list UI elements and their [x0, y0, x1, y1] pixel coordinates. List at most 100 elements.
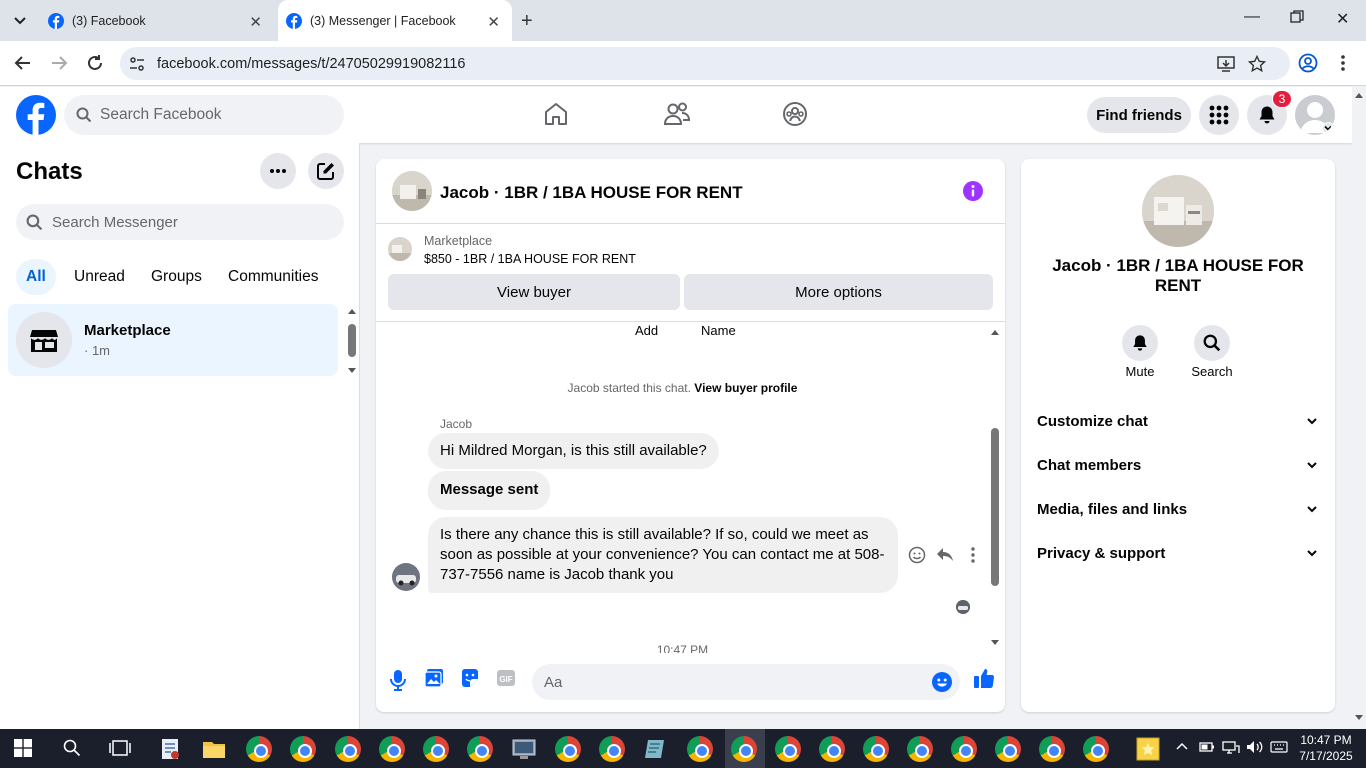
media-files-links-row[interactable]: Media, files and links [1037, 497, 1319, 521]
conversation-avatar[interactable] [392, 171, 432, 211]
listing-thumbnail[interactable] [388, 237, 412, 261]
menu-grid-button[interactable] [1199, 95, 1239, 135]
network-icon[interactable] [1222, 740, 1248, 766]
mute-button[interactable] [1122, 325, 1158, 361]
chrome-icon[interactable] [863, 736, 889, 762]
thumbs-up-icon[interactable] [973, 667, 995, 689]
sender-avatar[interactable] [392, 563, 420, 591]
search-conversation-button[interactable] [1194, 325, 1230, 361]
facebook-logo-icon[interactable] [16, 95, 56, 135]
chrome-icon[interactable] [951, 736, 977, 762]
close-tab-icon[interactable]: ✕ [487, 13, 500, 31]
chrome-icon[interactable] [290, 736, 316, 762]
emoji-icon[interactable] [932, 672, 952, 692]
tab-search-icon[interactable] [12, 12, 28, 28]
microphone-icon[interactable] [390, 669, 406, 691]
site-info-icon[interactable] [129, 56, 145, 72]
chat-list-item[interactable]: Marketplace · 1m [8, 304, 338, 376]
notepad-app-icon[interactable] [158, 736, 184, 762]
url-bar[interactable]: facebook.com/messages/t/2470502991908211… [120, 47, 1290, 80]
new-tab-icon[interactable]: + [521, 10, 533, 33]
remote-desktop-icon[interactable] [511, 736, 537, 762]
install-app-icon[interactable] [1217, 55, 1235, 73]
forward-icon[interactable] [50, 54, 68, 72]
listing-title[interactable]: $850 - 1BR / 1BA HOUSE FOR RENT [424, 252, 636, 266]
chrome-icon[interactable] [246, 736, 272, 762]
chats-options-button[interactable] [260, 153, 296, 189]
conversation-scrollbar[interactable] [988, 325, 1002, 651]
chrome-icon[interactable] [775, 736, 801, 762]
sticker-icon[interactable] [460, 668, 480, 688]
react-emoji-icon[interactable] [908, 546, 926, 564]
facebook-search-input[interactable]: Search Facebook [64, 95, 344, 135]
minimize-icon[interactable]: — [1244, 8, 1260, 26]
sticky-notes-icon[interactable] [1135, 736, 1161, 762]
facebook-favicon-icon [48, 12, 64, 29]
filter-all[interactable]: All [16, 259, 56, 295]
more-options-button[interactable]: More options [684, 274, 993, 310]
file-explorer-icon[interactable] [201, 736, 227, 762]
filter-unread[interactable]: Unread [62, 259, 137, 295]
chrome-icon[interactable] [379, 736, 405, 762]
privacy-support-row[interactable]: Privacy & support [1037, 541, 1319, 565]
bookmark-star-icon[interactable] [1248, 55, 1266, 73]
chrome-icon[interactable] [687, 736, 713, 762]
details-avatar[interactable] [1142, 175, 1214, 247]
windows-start-icon[interactable] [14, 739, 40, 765]
find-friends-button[interactable]: Find friends [1087, 97, 1191, 133]
gif-icon[interactable]: GIF [496, 668, 516, 688]
tab-messenger[interactable]: (3) Messenger | Facebook ✕ [278, 0, 512, 41]
account-avatar[interactable] [1295, 95, 1335, 135]
taskbar-search-icon[interactable] [63, 739, 89, 765]
profile-icon[interactable] [1298, 53, 1318, 73]
storefront-icon [30, 330, 58, 352]
task-view-icon[interactable] [109, 739, 135, 765]
chevron-up-icon[interactable] [1175, 740, 1201, 766]
view-buyer-profile-link[interactable]: View buyer profile [694, 381, 797, 395]
view-buyer-button[interactable]: View buyer [388, 274, 680, 310]
message-bubble[interactable]: Is there any chance this is still availa… [428, 517, 898, 593]
groups-icon[interactable] [782, 101, 808, 127]
chrome-icon[interactable] [731, 736, 757, 762]
more-vertical-icon[interactable] [970, 546, 976, 564]
close-tab-icon[interactable]: ✕ [249, 13, 262, 31]
app-icon[interactable] [643, 736, 669, 762]
home-icon[interactable] [543, 101, 569, 127]
browser-menu-icon[interactable] [1340, 54, 1346, 72]
chrome-icon[interactable] [907, 736, 933, 762]
friends-icon[interactable] [663, 101, 691, 127]
conversation-info-icon[interactable] [963, 181, 983, 201]
chrome-icon[interactable] [555, 736, 581, 762]
filter-communities[interactable]: Communities [216, 259, 330, 295]
tab-facebook[interactable]: (3) Facebook ✕ [40, 0, 274, 41]
customize-chat-row[interactable]: Customize chat [1037, 409, 1319, 433]
chat-members-row[interactable]: Chat members [1037, 453, 1319, 477]
reply-icon[interactable] [936, 547, 954, 563]
chrome-icon[interactable] [335, 736, 361, 762]
url-text: facebook.com/messages/t/2470502991908211… [157, 55, 466, 72]
chrome-icon[interactable] [819, 736, 845, 762]
message-input[interactable]: Aa [532, 664, 960, 700]
message-bubble[interactable]: Message sent [428, 471, 551, 510]
new-message-button[interactable] [308, 153, 344, 189]
filter-groups[interactable]: Groups [139, 259, 214, 295]
messenger-search-input[interactable]: Search Messenger [16, 204, 344, 240]
sidebar-scrollbar[interactable] [347, 308, 357, 374]
chrome-icon[interactable] [1039, 736, 1065, 762]
sender-name: Jacob [440, 417, 473, 431]
volume-icon[interactable] [1246, 740, 1272, 766]
back-icon[interactable] [14, 54, 32, 72]
message-bubble[interactable]: Hi Mildred Morgan, is this still availab… [428, 433, 719, 469]
chrome-icon[interactable] [423, 736, 449, 762]
chrome-icon[interactable] [599, 736, 625, 762]
page-scrollbar[interactable] [1352, 87, 1366, 729]
search-icon [1203, 334, 1221, 352]
reload-icon[interactable] [86, 54, 104, 72]
restore-icon[interactable] [1290, 10, 1304, 24]
chrome-icon[interactable] [995, 736, 1021, 762]
chrome-icon[interactable] [467, 736, 493, 762]
close-window-icon[interactable]: ✕ [1336, 9, 1349, 29]
photo-attach-icon[interactable] [424, 668, 444, 688]
taskbar-clock[interactable]: 10:47 PM 7/17/2025 [1290, 732, 1362, 764]
chrome-icon[interactable] [1083, 736, 1109, 762]
